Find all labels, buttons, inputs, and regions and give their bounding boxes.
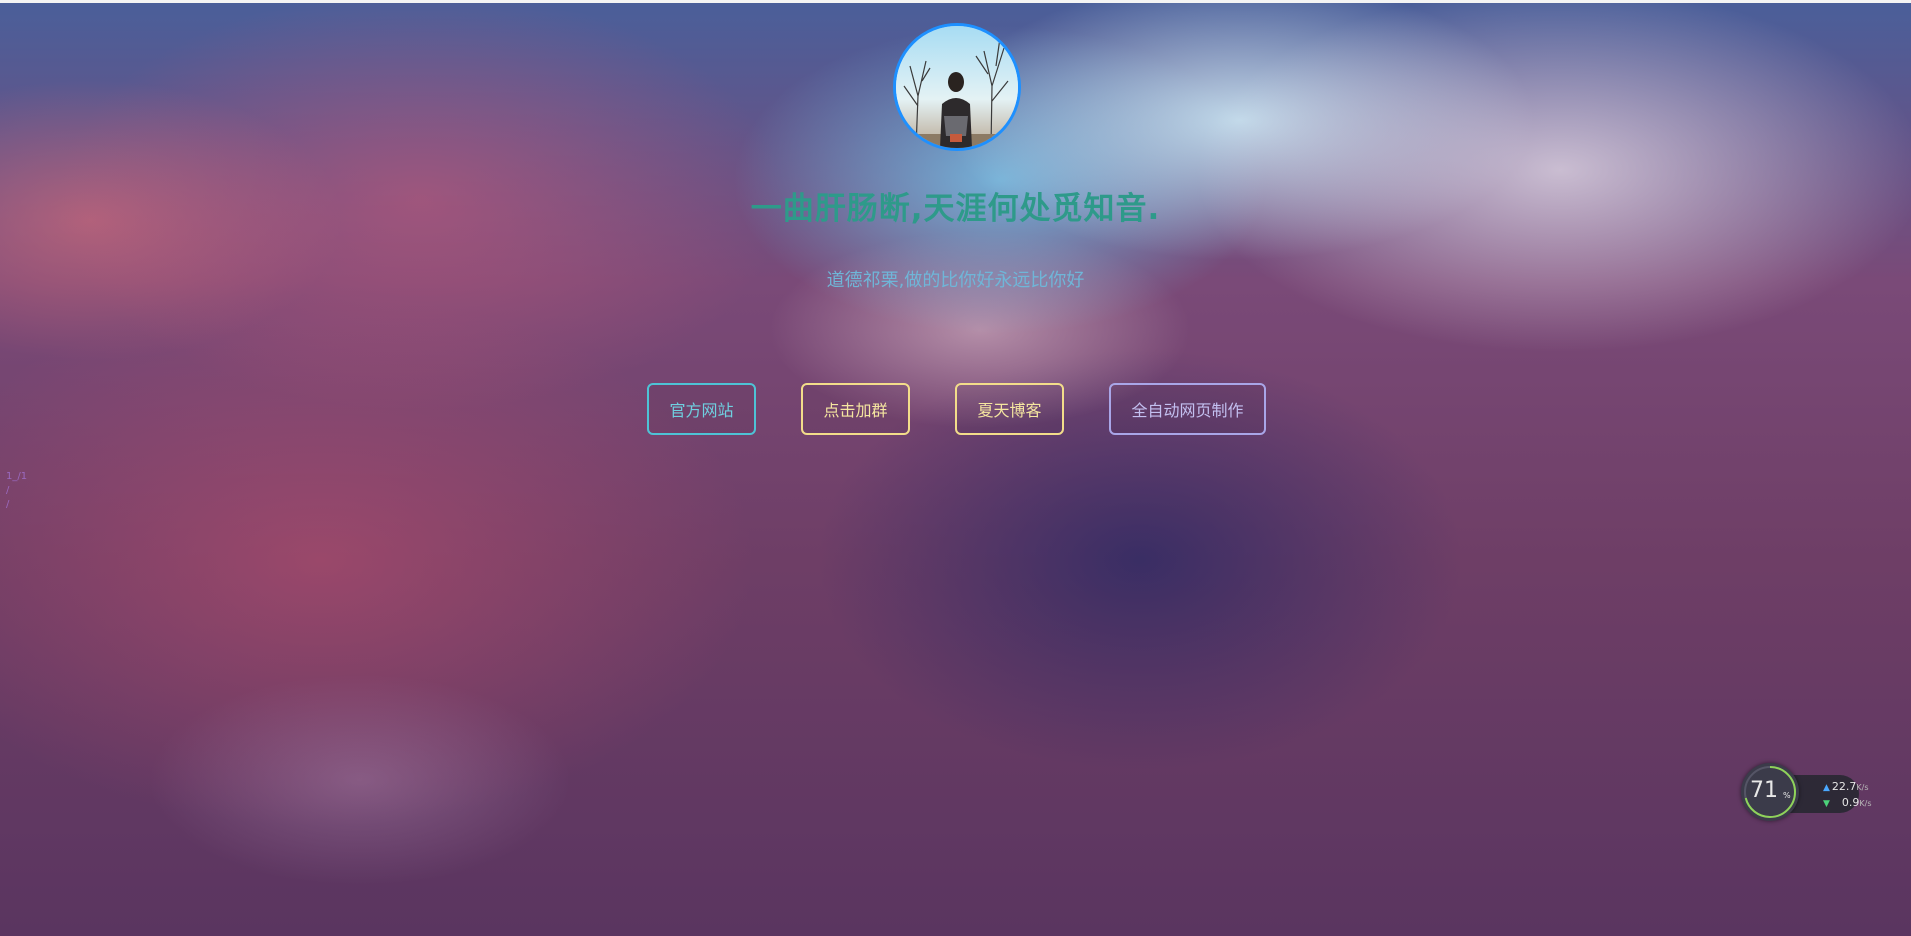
network-speed-widget[interactable]: ▲ 22.7K/s ▼ 0.9K/s 71 %	[1741, 763, 1872, 823]
page-background: 一曲肝肠断,天涯何处觅知音. 道德祁栗,做的比你好永远比你好 官方网站 点击加群…	[0, 0, 1911, 936]
usage-percent-unit: %	[1783, 791, 1791, 800]
download-speed: ▼ 0.9K/s	[1823, 796, 1872, 809]
auto-webpage-maker-button[interactable]: 全自动网页制作	[1109, 383, 1266, 435]
avatar	[893, 23, 1021, 151]
hero-title: 一曲肝肠断,天涯何处觅知音.	[750, 191, 1161, 227]
upload-value: 22.7	[1831, 780, 1857, 793]
top-edge-line	[0, 0, 1911, 3]
upload-arrow-icon: ▲	[1823, 783, 1830, 793]
link-button-row: 官方网站 点击加群 夏天博客 全自动网页制作	[0, 383, 1911, 435]
usage-percent: 71	[1750, 778, 1778, 803]
summer-blog-button[interactable]: 夏天博客	[955, 383, 1064, 435]
side-marker: 1_/1 / /	[6, 471, 28, 510]
download-arrow-icon: ▼	[1823, 799, 1830, 809]
upload-speed: ▲ 22.7K/s	[1823, 780, 1869, 793]
upload-unit: K/s	[1856, 783, 1869, 792]
official-site-button[interactable]: 官方网站	[647, 383, 756, 435]
join-group-button[interactable]: 点击加群	[801, 383, 910, 435]
memory-usage-gauge[interactable]: 71 %	[1741, 763, 1799, 821]
avatar-photo	[896, 26, 1018, 148]
download-value: 0.9	[1841, 796, 1860, 809]
download-unit: K/s	[1859, 799, 1872, 808]
hero-subtitle: 道德祁栗,做的比你好永远比你好	[826, 270, 1085, 291]
